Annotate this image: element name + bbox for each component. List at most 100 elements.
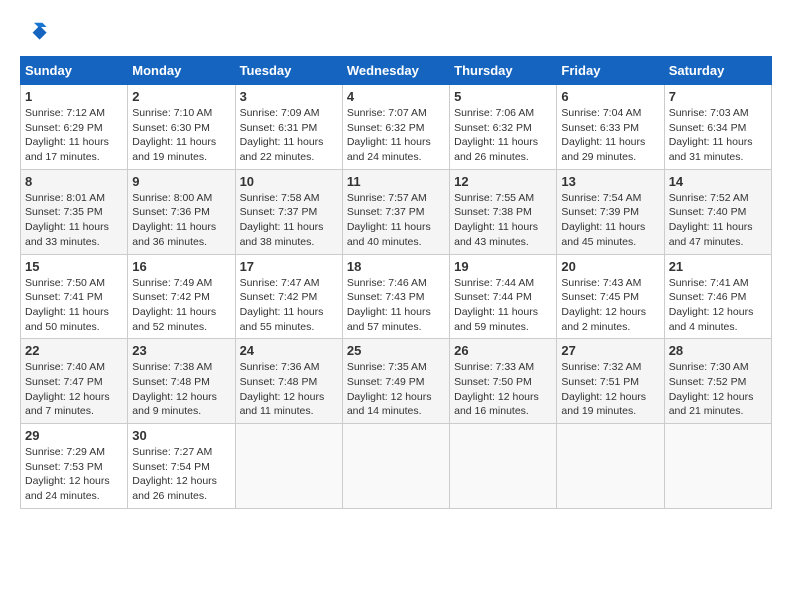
header-monday: Monday — [128, 57, 235, 85]
calendar-cell: 12 Sunrise: 7:55 AM Sunset: 7:38 PM Dayli… — [450, 169, 557, 254]
day-info: Sunrise: 7:30 AM Sunset: 7:52 PM Dayligh… — [669, 360, 767, 419]
day-number: 20 — [561, 259, 659, 274]
day-number: 10 — [240, 174, 338, 189]
calendar-cell — [235, 424, 342, 509]
day-info: Sunrise: 7:07 AM Sunset: 6:32 PM Dayligh… — [347, 106, 445, 165]
calendar-cell: 17Sunrise: 7:47 AM Sunset: 7:42 PM Dayli… — [235, 254, 342, 339]
day-info: Sunrise: 7:33 AM Sunset: 7:50 PM Dayligh… — [454, 360, 552, 419]
calendar-cell: 29 Sunrise: 7:29 AM Sunset: 7:53 PM Dayli… — [21, 424, 128, 509]
day-info: Sunrise: 7:58 AM Sunset: 7:37 PM Dayligh… — [240, 191, 338, 250]
day-info: Sunrise: 7:43 AM Sunset: 7:45 PM Dayligh… — [561, 276, 659, 335]
day-number: 30 — [132, 428, 230, 443]
day-number: 27 — [561, 343, 659, 358]
calendar-table: SundayMondayTuesdayWednesdayThursdayFrid… — [20, 56, 772, 509]
calendar-cell: 1Sunrise: 7:12 AM Sunset: 6:29 PM Daylig… — [21, 85, 128, 170]
day-number: 11 — [347, 174, 445, 189]
day-info: Sunrise: 7:46 AM Sunset: 7:43 PM Dayligh… — [347, 276, 445, 335]
day-number: 12 — [454, 174, 552, 189]
day-info: Sunrise: 8:00 AM Sunset: 7:36 PM Dayligh… — [132, 191, 230, 250]
day-info: Sunrise: 7:49 AM Sunset: 7:42 PM Dayligh… — [132, 276, 230, 335]
calendar-cell: 3Sunrise: 7:09 AM Sunset: 6:31 PM Daylig… — [235, 85, 342, 170]
header-sunday: Sunday — [21, 57, 128, 85]
day-info: Sunrise: 8:01 AM Sunset: 7:35 PM Dayligh… — [25, 191, 123, 250]
day-info: Sunrise: 7:52 AM Sunset: 7:40 PM Dayligh… — [669, 191, 767, 250]
calendar-cell: 5 Sunrise: 7:06 AM Sunset: 6:32 PM Daylig… — [450, 85, 557, 170]
header-wednesday: Wednesday — [342, 57, 449, 85]
calendar-cell: 16 Sunrise: 7:49 AM Sunset: 7:42 PM Dayli… — [128, 254, 235, 339]
day-number: 1 — [25, 89, 123, 104]
day-number: 14 — [669, 174, 767, 189]
calendar-header-row: SundayMondayTuesdayWednesdayThursdayFrid… — [21, 57, 772, 85]
day-info: Sunrise: 7:55 AM Sunset: 7:38 PM Dayligh… — [454, 191, 552, 250]
day-info: Sunrise: 7:32 AM Sunset: 7:51 PM Dayligh… — [561, 360, 659, 419]
day-number: 4 — [347, 89, 445, 104]
day-number: 16 — [132, 259, 230, 274]
calendar-cell: 19 Sunrise: 7:44 AM Sunset: 7:44 PM Dayli… — [450, 254, 557, 339]
day-info: Sunrise: 7:29 AM Sunset: 7:53 PM Dayligh… — [25, 445, 123, 504]
calendar-cell — [450, 424, 557, 509]
calendar-cell: 30 Sunrise: 7:27 AM Sunset: 7:54 PM Dayli… — [128, 424, 235, 509]
calendar-cell: 26Sunrise: 7:33 AM Sunset: 7:50 PM Dayli… — [450, 339, 557, 424]
calendar-cell: 24 Sunrise: 7:36 AM Sunset: 7:48 PM Dayli… — [235, 339, 342, 424]
logo — [20, 20, 52, 48]
header-friday: Friday — [557, 57, 664, 85]
calendar-cell: 28 Sunrise: 7:30 AM Sunset: 7:52 PM Dayli… — [664, 339, 771, 424]
calendar-cell: 2 Sunrise: 7:10 AM Sunset: 6:30 PM Daylig… — [128, 85, 235, 170]
calendar-cell: 13Sunrise: 7:54 AM Sunset: 7:39 PM Dayli… — [557, 169, 664, 254]
calendar-cell: 10 Sunrise: 7:58 AM Sunset: 7:37 PM Dayli… — [235, 169, 342, 254]
calendar-cell: 9 Sunrise: 8:00 AM Sunset: 7:36 PM Daylig… — [128, 169, 235, 254]
calendar-cell: 22 Sunrise: 7:40 AM Sunset: 7:47 PM Dayli… — [21, 339, 128, 424]
header-thursday: Thursday — [450, 57, 557, 85]
day-info: Sunrise: 7:35 AM Sunset: 7:49 PM Dayligh… — [347, 360, 445, 419]
day-number: 2 — [132, 89, 230, 104]
day-number: 23 — [132, 343, 230, 358]
calendar-cell — [342, 424, 449, 509]
day-info: Sunrise: 7:09 AM Sunset: 6:31 PM Dayligh… — [240, 106, 338, 165]
day-info: Sunrise: 7:36 AM Sunset: 7:48 PM Dayligh… — [240, 360, 338, 419]
calendar-cell: 21Sunrise: 7:41 AM Sunset: 7:46 PM Dayli… — [664, 254, 771, 339]
day-number: 24 — [240, 343, 338, 358]
day-number: 5 — [454, 89, 552, 104]
day-number: 6 — [561, 89, 659, 104]
calendar-cell: 25Sunrise: 7:35 AM Sunset: 7:49 PM Dayli… — [342, 339, 449, 424]
calendar-week-3: 15Sunrise: 7:50 AM Sunset: 7:41 PM Dayli… — [21, 254, 772, 339]
calendar-cell: 14 Sunrise: 7:52 AM Sunset: 7:40 PM Dayli… — [664, 169, 771, 254]
calendar-cell: 6 Sunrise: 7:04 AM Sunset: 6:33 PM Daylig… — [557, 85, 664, 170]
day-info: Sunrise: 7:03 AM Sunset: 6:34 PM Dayligh… — [669, 106, 767, 165]
day-info: Sunrise: 7:40 AM Sunset: 7:47 PM Dayligh… — [25, 360, 123, 419]
calendar-cell: 4 Sunrise: 7:07 AM Sunset: 6:32 PM Daylig… — [342, 85, 449, 170]
day-number: 15 — [25, 259, 123, 274]
day-info: Sunrise: 7:27 AM Sunset: 7:54 PM Dayligh… — [132, 445, 230, 504]
logo-icon — [20, 20, 48, 48]
day-number: 29 — [25, 428, 123, 443]
day-number: 13 — [561, 174, 659, 189]
day-number: 18 — [347, 259, 445, 274]
day-info: Sunrise: 7:47 AM Sunset: 7:42 PM Dayligh… — [240, 276, 338, 335]
calendar-cell: 27 Sunrise: 7:32 AM Sunset: 7:51 PM Dayli… — [557, 339, 664, 424]
calendar-week-1: 1Sunrise: 7:12 AM Sunset: 6:29 PM Daylig… — [21, 85, 772, 170]
calendar-cell: 15Sunrise: 7:50 AM Sunset: 7:41 PM Dayli… — [21, 254, 128, 339]
day-info: Sunrise: 7:10 AM Sunset: 6:30 PM Dayligh… — [132, 106, 230, 165]
day-info: Sunrise: 7:44 AM Sunset: 7:44 PM Dayligh… — [454, 276, 552, 335]
calendar-week-2: 8 Sunrise: 8:01 AM Sunset: 7:35 PM Daylig… — [21, 169, 772, 254]
calendar-cell — [557, 424, 664, 509]
calendar-week-5: 29 Sunrise: 7:29 AM Sunset: 7:53 PM Dayli… — [21, 424, 772, 509]
day-info: Sunrise: 7:04 AM Sunset: 6:33 PM Dayligh… — [561, 106, 659, 165]
day-number: 28 — [669, 343, 767, 358]
day-info: Sunrise: 7:41 AM Sunset: 7:46 PM Dayligh… — [669, 276, 767, 335]
day-number: 22 — [25, 343, 123, 358]
calendar-cell: 23 Sunrise: 7:38 AM Sunset: 7:48 PM Dayli… — [128, 339, 235, 424]
day-info: Sunrise: 7:06 AM Sunset: 6:32 PM Dayligh… — [454, 106, 552, 165]
day-number: 19 — [454, 259, 552, 274]
calendar-cell — [664, 424, 771, 509]
header-tuesday: Tuesday — [235, 57, 342, 85]
header-saturday: Saturday — [664, 57, 771, 85]
day-number: 9 — [132, 174, 230, 189]
calendar-cell: 20 Sunrise: 7:43 AM Sunset: 7:45 PM Dayli… — [557, 254, 664, 339]
calendar-week-4: 22 Sunrise: 7:40 AM Sunset: 7:47 PM Dayli… — [21, 339, 772, 424]
calendar-cell: 11 Sunrise: 7:57 AM Sunset: 7:37 PM Dayli… — [342, 169, 449, 254]
calendar-cell: 18 Sunrise: 7:46 AM Sunset: 7:43 PM Dayli… — [342, 254, 449, 339]
day-info: Sunrise: 7:38 AM Sunset: 7:48 PM Dayligh… — [132, 360, 230, 419]
day-number: 8 — [25, 174, 123, 189]
day-info: Sunrise: 7:57 AM Sunset: 7:37 PM Dayligh… — [347, 191, 445, 250]
